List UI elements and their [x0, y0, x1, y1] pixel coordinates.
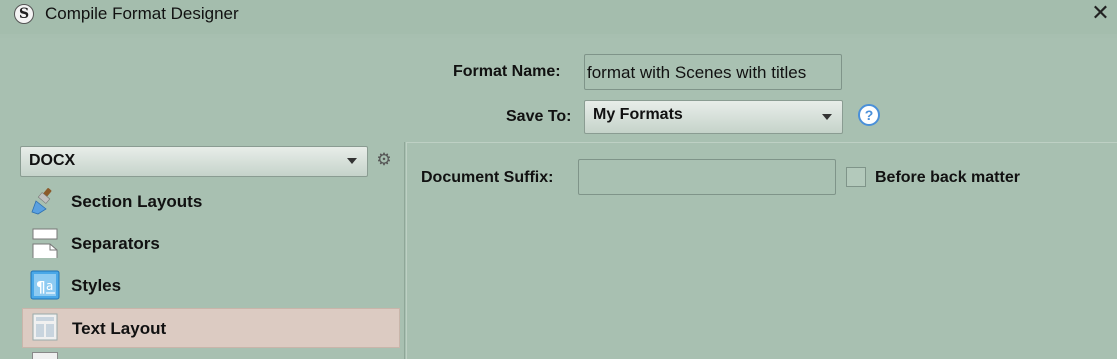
sidebar-item-separators[interactable]: Separators [22, 224, 400, 264]
output-type-dropdown[interactable]: DOCX [20, 146, 368, 177]
paintbrush-icon [31, 188, 52, 215]
sidebar-item-label: Section Layouts [71, 192, 203, 211]
before-back-matter-label: Before back matter [875, 169, 1020, 186]
sidebar-item-label: Separators [71, 234, 160, 253]
sidebar-next-item-icon [32, 352, 58, 359]
format-name-input[interactable]: format with Scenes with titles [584, 54, 842, 90]
format-name-label: Format Name: [453, 63, 561, 80]
text-layout-icon [32, 313, 58, 341]
divider [406, 142, 407, 359]
title-bar: S Compile Format Designer ✕ [0, 0, 1117, 34]
save-to-value: My Formats [593, 106, 683, 123]
sidebar-item-section-layouts[interactable]: Section Layouts [22, 182, 400, 222]
styles-icon: ¶ a [30, 270, 60, 300]
svg-text:a: a [46, 279, 53, 293]
close-icon[interactable]: ✕ [1084, 0, 1117, 30]
separators-icon [32, 228, 58, 258]
divider [406, 142, 1117, 143]
window-title: Compile Format Designer [45, 4, 239, 23]
chevron-down-icon [347, 158, 357, 164]
svg-text:¶: ¶ [36, 278, 46, 296]
sidebar-item-label: Text Layout [72, 319, 167, 338]
sidebar-item-text-layout[interactable]: Text Layout [22, 308, 400, 348]
before-back-matter-checkbox[interactable] [846, 167, 866, 187]
sidebar-item-styles[interactable]: ¶ a Styles [22, 266, 400, 306]
format-name-value: format with Scenes with titles [587, 63, 807, 82]
sidebar-item-label: Styles [71, 276, 122, 295]
save-to-label: Save To: [506, 108, 572, 125]
chevron-down-icon [822, 114, 832, 120]
gear-icon[interactable]: ⚙ [375, 151, 393, 169]
document-suffix-label: Document Suffix: [421, 169, 554, 186]
document-suffix-input[interactable] [578, 159, 836, 195]
divider [404, 142, 405, 359]
help-icon[interactable]: ? [858, 104, 880, 126]
save-to-dropdown[interactable]: My Formats [584, 100, 843, 134]
app-logo-icon: S [14, 4, 34, 24]
output-type-value: DOCX [29, 152, 76, 169]
